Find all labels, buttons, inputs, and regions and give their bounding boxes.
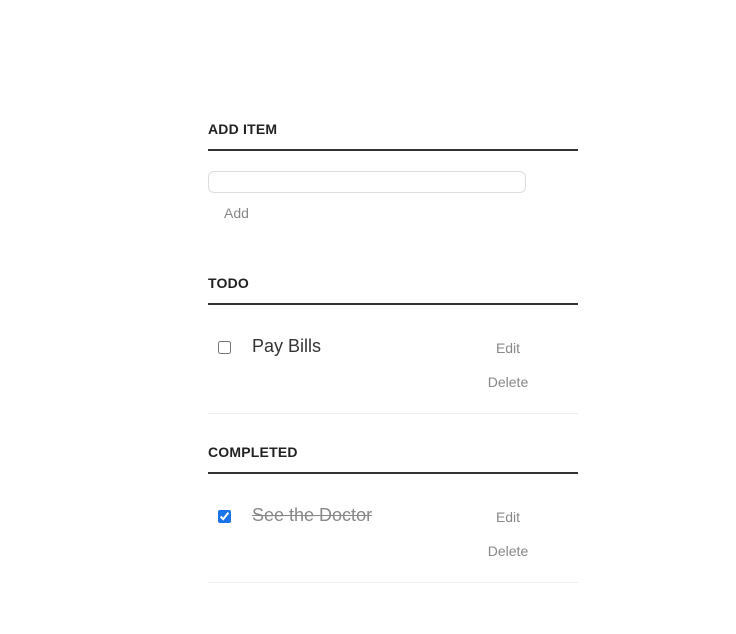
task-checkbox[interactable] xyxy=(218,341,231,354)
add-button[interactable]: Add xyxy=(224,205,249,221)
edit-button[interactable]: Edit xyxy=(478,340,538,356)
task-label: See the Doctor xyxy=(252,505,373,525)
completed-section: COMPLETED See the Doctor Edit Delete xyxy=(208,444,578,583)
task-checkbox[interactable] xyxy=(218,510,231,523)
add-item-section: ADD ITEM Add xyxy=(208,121,578,221)
todo-item: Pay Bills Edit Delete xyxy=(208,305,578,414)
edit-button[interactable]: Edit xyxy=(478,509,538,525)
completed-heading: COMPLETED xyxy=(208,444,578,474)
todo-section: TODO Pay Bills Edit Delete xyxy=(208,275,578,414)
completed-item: See the Doctor Edit Delete xyxy=(208,474,578,583)
new-task-input[interactable] xyxy=(208,171,526,193)
delete-button[interactable]: Delete xyxy=(478,543,538,559)
delete-button[interactable]: Delete xyxy=(478,374,538,390)
todo-list: Pay Bills Edit Delete xyxy=(208,305,578,414)
completed-list: See the Doctor Edit Delete xyxy=(208,474,578,583)
add-item-heading: ADD ITEM xyxy=(208,121,578,151)
todo-heading: TODO xyxy=(208,275,578,305)
task-label: Pay Bills xyxy=(252,336,322,356)
